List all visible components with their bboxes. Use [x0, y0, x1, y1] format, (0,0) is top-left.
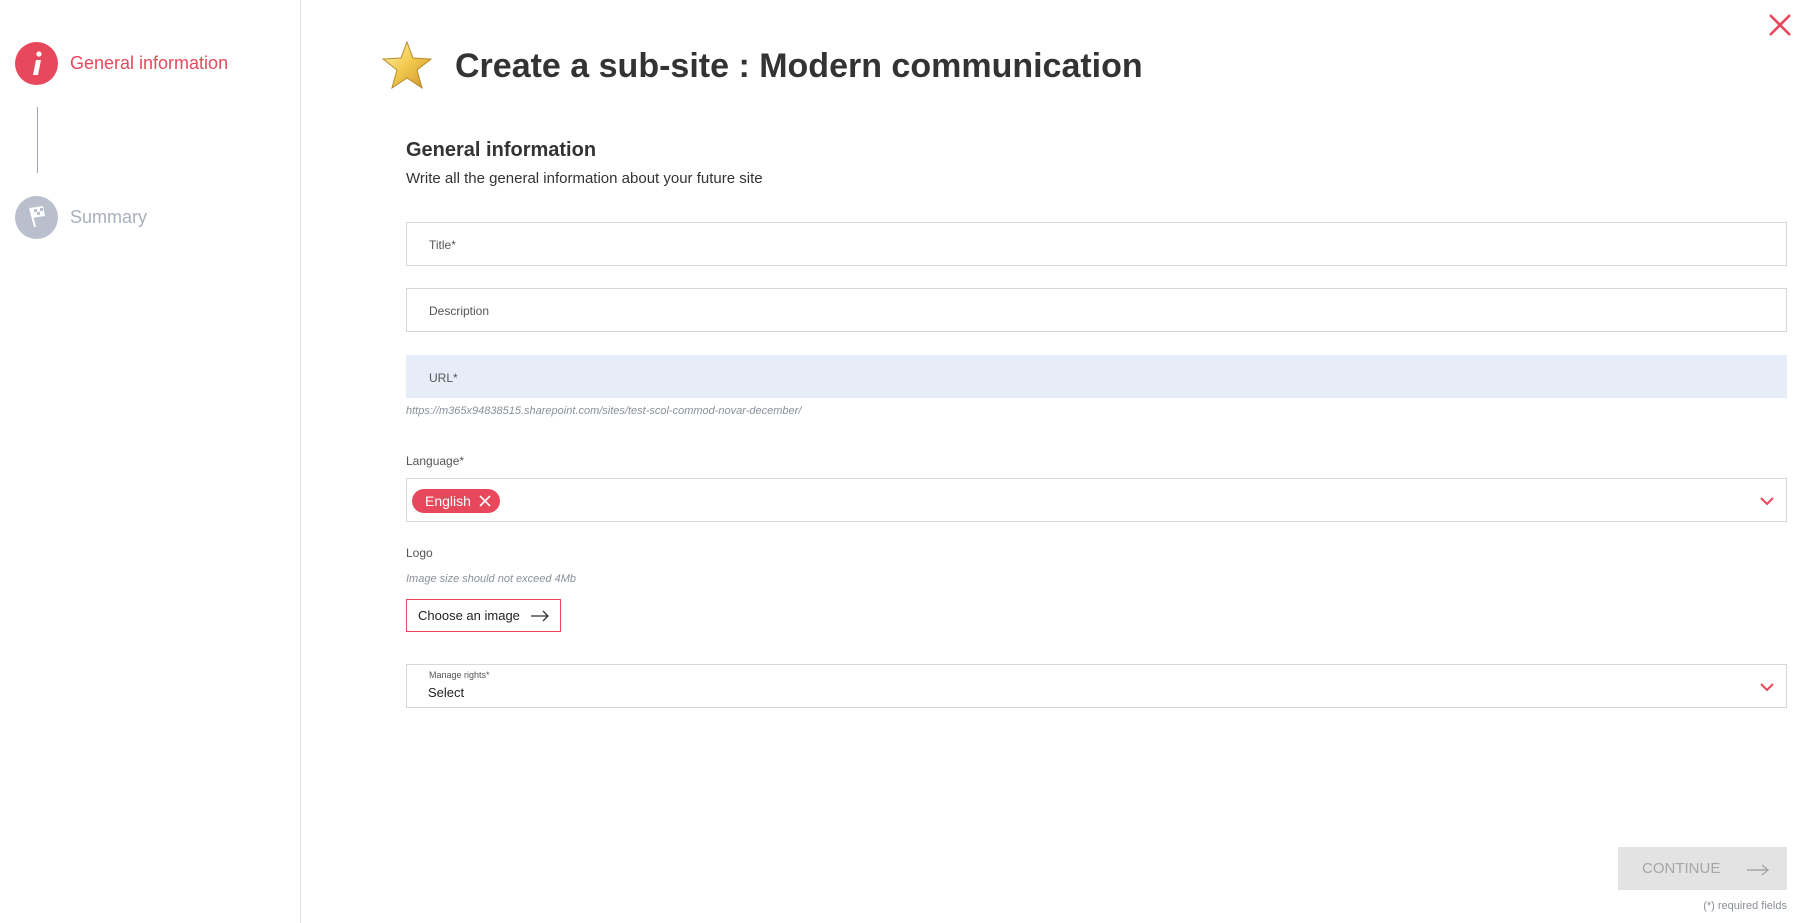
- logo-hint: Image size should not exceed 4Mb: [406, 573, 576, 585]
- close-icon[interactable]: [1767, 12, 1793, 38]
- section-title: General information: [406, 139, 597, 161]
- url-placeholder: URL*: [429, 371, 458, 385]
- title-placeholder: Title*: [429, 238, 456, 252]
- step-general-information[interactable]: General information: [15, 42, 228, 85]
- required-fields-note: (*) required fields: [1703, 900, 1787, 912]
- page-title: Create a sub-site : Modern communication: [455, 46, 1143, 85]
- description-placeholder: Description: [429, 304, 490, 318]
- title-field[interactable]: Title*: [406, 222, 1787, 266]
- flag-icon: [15, 196, 58, 239]
- language-chip: English: [412, 489, 500, 513]
- manage-rights-select[interactable]: Manage rights* Select: [406, 664, 1787, 708]
- description-field[interactable]: Description: [406, 288, 1787, 332]
- chevron-down-icon[interactable]: [1759, 494, 1775, 506]
- arrow-right-icon: [530, 610, 550, 622]
- language-select[interactable]: English: [406, 478, 1787, 522]
- wizard-sidebar: General information Summary: [0, 0, 301, 923]
- manage-rights-value: Select: [428, 685, 465, 700]
- step-label-summary: Summary: [70, 207, 148, 227]
- step-summary[interactable]: Summary: [15, 196, 147, 239]
- chevron-down-icon[interactable]: [1759, 680, 1775, 692]
- logo-label: Logo: [406, 546, 433, 560]
- url-hint: https://m365x94838515.sharepoint.com/sit…: [406, 405, 802, 417]
- section-subtitle: Write all the general information about …: [406, 170, 763, 187]
- choose-image-button[interactable]: Choose an image: [406, 599, 561, 632]
- continue-button[interactable]: CONTINUE: [1618, 847, 1787, 890]
- info-icon: [15, 42, 58, 85]
- language-chip-label: English: [425, 493, 471, 509]
- language-label: Language*: [406, 454, 465, 468]
- manage-rights-label: Manage rights*: [429, 670, 490, 680]
- remove-chip-icon[interactable]: [478, 494, 492, 508]
- continue-label: CONTINUE: [1642, 860, 1721, 877]
- star-icon: [381, 38, 437, 94]
- page-header: Create a sub-site : Modern communication: [381, 38, 1143, 94]
- step-connector: [37, 107, 38, 173]
- arrow-right-icon: [1746, 863, 1770, 876]
- step-label-general-information: General information: [70, 53, 229, 73]
- choose-image-label: Choose an image: [418, 608, 520, 623]
- url-field[interactable]: URL*: [406, 355, 1787, 398]
